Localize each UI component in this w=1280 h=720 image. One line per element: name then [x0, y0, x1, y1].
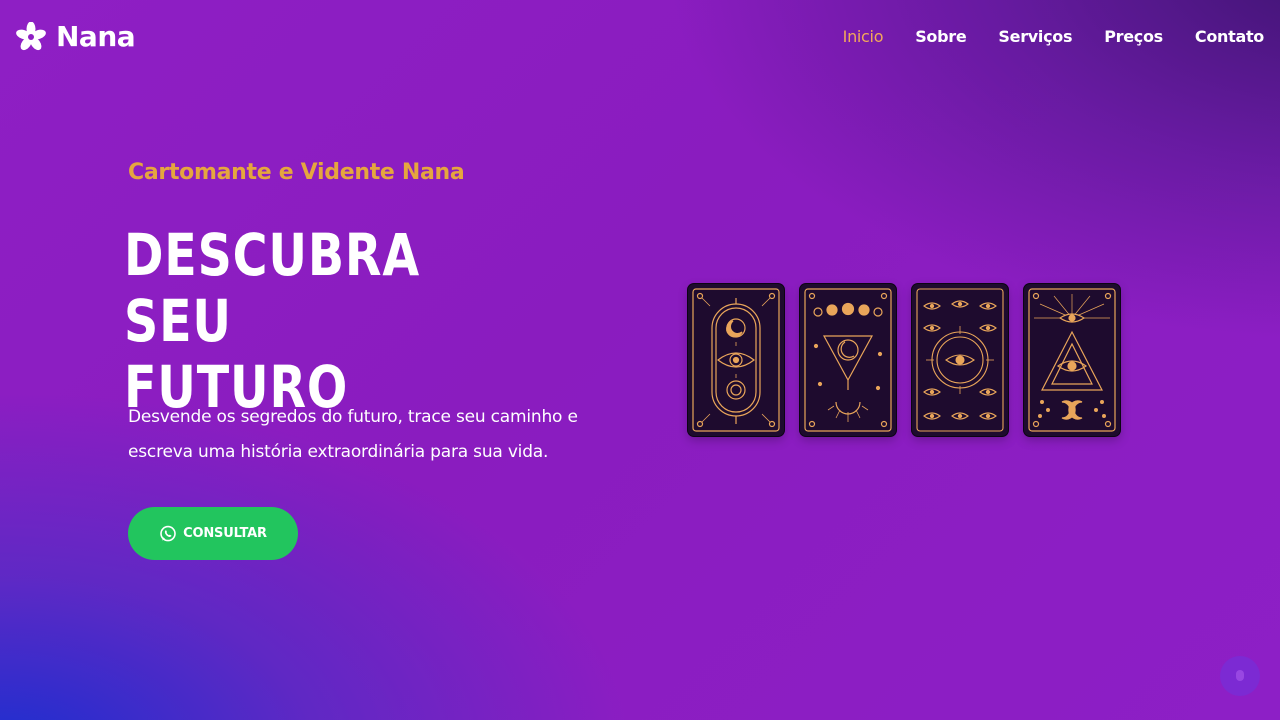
tarot-card-moon-eye-icon — [692, 288, 780, 432]
consultar-button[interactable]: CONSULTAR — [128, 507, 298, 560]
hero-headline-line1: DESCUBRA SEU — [124, 221, 420, 355]
tarot-card-triangle-moon-icon — [804, 288, 892, 432]
main-nav: Inicio Sobre Serviços Preços Contato — [843, 27, 1265, 46]
tarot-card-pyramid-eye-icon — [1028, 288, 1116, 432]
nav-item-servicos[interactable]: Serviços — [998, 27, 1072, 46]
chat-bubble-button[interactable] — [1220, 656, 1260, 696]
hero-subtitle-line2: escreva uma história extraordinária para… — [128, 442, 549, 462]
hero-subtitle: Desvende os segredos do futuro, trace se… — [128, 400, 648, 470]
nav-item-sobre[interactable]: Sobre — [915, 27, 967, 46]
hero-headline: DESCUBRA SEU FUTURO — [124, 222, 518, 420]
brand-name: Nana — [56, 20, 136, 53]
tarot-card-3 — [912, 284, 1008, 436]
nav-item-precos[interactable]: Preços — [1104, 27, 1163, 46]
tarot-card-1 — [688, 284, 784, 436]
tarot-card-4 — [1024, 284, 1120, 436]
chat-bubble-icon — [1236, 670, 1244, 681]
hero-eyebrow: Cartomante e Vidente Nana — [128, 160, 465, 185]
tarot-card-many-eyes-icon — [916, 288, 1004, 432]
nav-item-inicio[interactable]: Inicio — [843, 27, 884, 46]
tarot-card-2 — [800, 284, 896, 436]
site-header: Nana Inicio Sobre Serviços Preços Contat… — [0, 0, 1280, 76]
hero-subtitle-line1: Desvende os segredos do futuro, trace se… — [128, 407, 578, 427]
brand-logo[interactable]: Nana — [16, 20, 136, 53]
consultar-label: CONSULTAR — [183, 526, 267, 541]
flower-icon — [16, 21, 46, 50]
whatsapp-icon — [160, 525, 176, 541]
nav-item-contato[interactable]: Contato — [1195, 27, 1264, 46]
